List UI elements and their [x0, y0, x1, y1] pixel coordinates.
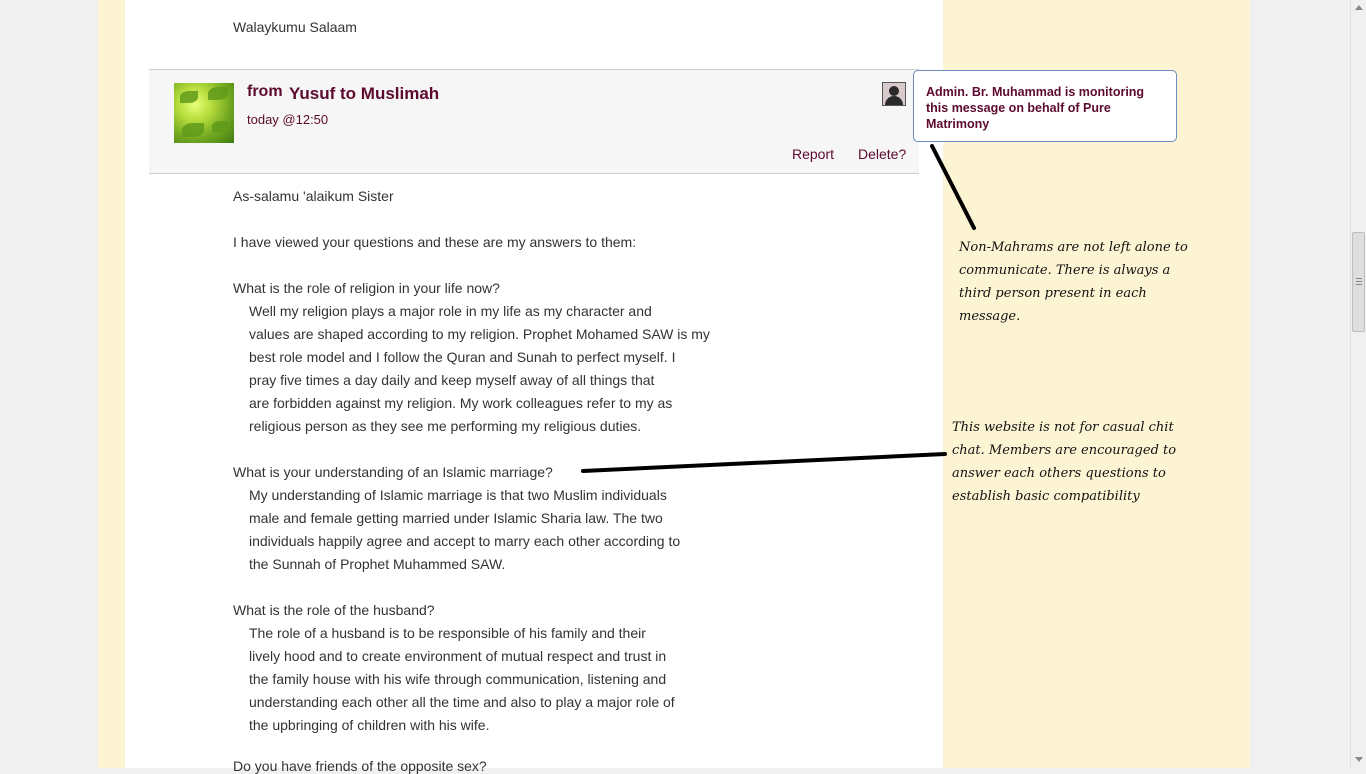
scroll-down-arrow-icon[interactable] [1355, 757, 1363, 762]
answer-1-line: best role model and I follow the Quran a… [249, 349, 676, 365]
question-4: Do you have friends of the opposite sex? [233, 758, 487, 774]
answer-2-line: male and female getting married under Is… [249, 510, 663, 526]
answer-3-line: The role of a husband is to be responsib… [249, 625, 646, 641]
answer-2-line: My understanding of Islamic marriage is … [249, 487, 667, 503]
answer-1-line: values are shaped according to my religi… [249, 326, 710, 342]
answer-3-line: the upbringing of children with his wife… [249, 717, 490, 733]
answer-3-line: the family house with his wife through c… [249, 671, 667, 687]
message-time: today @12:50 [247, 112, 329, 127]
annotation-note-mahram: Non-Mahrams are not left alone to commun… [959, 240, 1188, 324]
message-thread: Walaykumu Salaam from Yusuf to Muslimah … [125, 0, 943, 774]
previous-message-closing: Walaykumu Salaam [233, 19, 357, 35]
admin-user-icon[interactable] [882, 82, 906, 106]
annotation-note-casual-chat: This website is not for casual chit chat… [952, 420, 1177, 504]
scrollbar-thumb[interactable] [1352, 232, 1365, 332]
delete-link[interactable]: Delete? [858, 146, 906, 162]
answer-3-line: lively hood and to create environment of… [249, 648, 667, 664]
message-header: from Yusuf to Muslimah today @12:50 Repo… [149, 69, 919, 174]
message-greeting: As-salamu 'alaikum Sister [233, 188, 394, 204]
answer-2-line: the Sunnah of Prophet Muhammed SAW. [249, 556, 506, 572]
vertical-scrollbar[interactable] [1350, 0, 1366, 768]
question-3: What is the role of the husband? [233, 602, 435, 618]
answer-3-line: understanding each other all the time an… [249, 694, 675, 710]
answer-1-line: Well my religion plays a major role in m… [249, 303, 652, 319]
question-1: What is the role of religion in your lif… [233, 280, 500, 296]
answer-2-line: individuals happily agree and accept to … [249, 533, 681, 549]
report-link[interactable]: Report [792, 146, 834, 162]
sender-avatar[interactable] [174, 83, 234, 143]
scroll-up-arrow-icon[interactable] [1355, 5, 1363, 10]
answer-1-line: are forbidden against my religion. My wo… [249, 395, 673, 411]
question-2: What is your understanding of an Islamic… [233, 464, 553, 480]
sender-recipient-names[interactable]: Yusuf to Muslimah [289, 84, 439, 104]
from-label: from [247, 83, 283, 100]
answer-1-line: religious person as they see me performi… [249, 418, 642, 434]
answer-1-line: pray five times a day daily and keep mys… [249, 372, 655, 388]
message-intro: I have viewed your questions and these a… [233, 234, 637, 250]
admin-monitoring-tooltip: Admin. Br. Muhammad is monitoring this m… [913, 70, 1177, 142]
